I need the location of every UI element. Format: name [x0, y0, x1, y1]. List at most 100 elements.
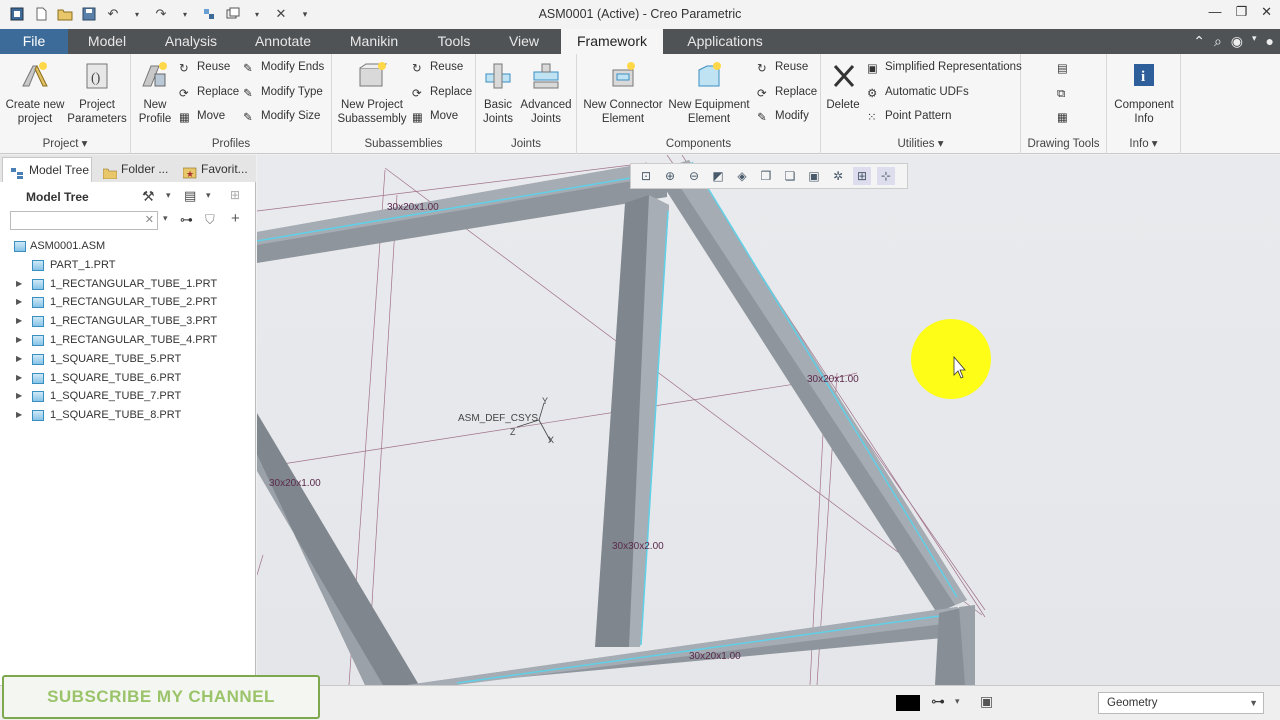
tree-item-root[interactable]: ASM0001.ASM: [0, 237, 256, 256]
components-reuse-button[interactable]: ↻ Reuse: [757, 58, 808, 76]
tree-item[interactable]: ▶ 1_RECTANGULAR_TUBE_4.PRT: [0, 331, 256, 350]
tab-analysis[interactable]: Analysis: [159, 29, 223, 54]
repaint-icon[interactable]: ◩: [709, 167, 727, 185]
tab-applications[interactable]: Applications: [678, 29, 772, 54]
modify-size-button[interactable]: ✎ Modify Size: [243, 107, 320, 125]
simplified-representations-button[interactable]: ▣ Simplified Representations: [867, 58, 1022, 76]
tree-item[interactable]: ▶ 1_RECTANGULAR_TUBE_2.PRT: [0, 293, 256, 312]
tab-view[interactable]: View: [502, 29, 546, 54]
point-pattern-button[interactable]: ⁙ Point Pattern: [867, 107, 951, 125]
subassembly-reuse-button[interactable]: ↻ Reuse: [412, 58, 463, 76]
profiles-reuse-button[interactable]: ↻ Reuse: [179, 58, 230, 76]
group-label-utilities[interactable]: Utilities ▾: [821, 136, 1020, 150]
tree-item[interactable]: PART_1.PRT: [0, 256, 256, 275]
tab-model[interactable]: Model: [80, 29, 134, 54]
tree-item[interactable]: ▶ 1_SQUARE_TUBE_7.PRT: [0, 387, 256, 406]
drawing-tool-1-button[interactable]: ▤: [1057, 58, 1071, 76]
expand-arrow-icon[interactable]: ▶: [16, 369, 22, 388]
filter-icon[interactable]: ⛉: [205, 212, 215, 228]
expand-arrow-icon[interactable]: ▶: [16, 275, 22, 294]
tab-annotate[interactable]: Annotate: [247, 29, 319, 54]
display-style-icon[interactable]: ◈: [733, 167, 751, 185]
project-parameters-button[interactable]: () Project Parameters: [66, 60, 128, 126]
component-info-button[interactable]: i Component Info: [1111, 60, 1177, 126]
spin-center-icon[interactable]: ⊹: [877, 167, 895, 185]
expand-arrow-icon[interactable]: ▶: [16, 331, 22, 350]
dim-label[interactable]: 30x20x1.00: [269, 478, 321, 489]
color-swatch[interactable]: [896, 695, 920, 711]
expand-arrow-icon[interactable]: ▶: [16, 293, 22, 312]
model-tree-search-input[interactable]: [11, 212, 141, 229]
tree-item[interactable]: ▶ 1_SQUARE_TUBE_5.PRT: [0, 350, 256, 369]
new-profile-button[interactable]: New Profile: [135, 60, 175, 126]
find-dropdown-icon[interactable]: ▾: [955, 696, 960, 707]
graphics-viewport[interactable]: 30x20x1.00 30x20x1.00 30x20x1.00 30x30x2…: [257, 155, 1280, 685]
expand-arrow-icon[interactable]: ▶: [16, 312, 22, 331]
drawing-tool-2-button[interactable]: ⧉: [1057, 83, 1071, 101]
tree-columns-icon[interactable]: ⊞: [230, 188, 240, 202]
search-icon[interactable]: ⌕: [1214, 33, 1222, 50]
modify-type-button[interactable]: ✎ Modify Type: [243, 83, 323, 101]
automatic-udfs-button[interactable]: ⚙ Automatic UDFs: [867, 83, 969, 101]
search-history-dropdown-icon[interactable]: ▾: [163, 213, 168, 224]
user-icon[interactable]: ●: [1266, 33, 1274, 50]
tree-item[interactable]: ▶ 1_SQUARE_TUBE_6.PRT: [0, 369, 256, 388]
components-modify-button[interactable]: ✎ Modify: [757, 107, 809, 125]
tab-folder-browser[interactable]: Folder ...: [95, 157, 173, 182]
modify-ends-button[interactable]: ✎ Modify Ends: [243, 58, 324, 76]
profiles-move-button[interactable]: ▦ Move: [179, 107, 225, 125]
zoom-in-icon[interactable]: ⊕: [661, 167, 679, 185]
tab-file[interactable]: File: [0, 29, 68, 54]
settings-icon[interactable]: ⚒: [142, 188, 155, 205]
zoom-out-icon[interactable]: ⊖: [685, 167, 703, 185]
find-binoculars-icon[interactable]: ⊶: [931, 693, 945, 710]
perspective-icon[interactable]: ▣: [805, 167, 823, 185]
csys-label[interactable]: ASM_DEF_CSYS: [458, 413, 538, 424]
show-icon[interactable]: ▤: [184, 188, 196, 204]
settings-dropdown-icon[interactable]: ▾: [166, 190, 171, 201]
subassembly-replace-button[interactable]: ⟳ Replace: [412, 83, 472, 101]
tab-model-tree[interactable]: Model Tree: [2, 157, 92, 182]
add-icon[interactable]: +: [231, 210, 240, 227]
view-manager-icon[interactable]: ❏: [781, 167, 799, 185]
advanced-joints-button[interactable]: Advanced Joints: [518, 60, 574, 126]
components-replace-button[interactable]: ⟳ Replace: [757, 83, 817, 101]
tree-item[interactable]: ▶ 1_RECTANGULAR_TUBE_1.PRT: [0, 275, 256, 294]
selection-filter-select[interactable]: Geometry ▼: [1098, 692, 1264, 714]
dim-label[interactable]: 30x30x2.00: [612, 541, 664, 552]
create-new-project-button[interactable]: Create new project: [4, 60, 66, 126]
expand-arrow-icon[interactable]: ▶: [16, 350, 22, 369]
collapse-ribbon-icon[interactable]: ⌃: [1193, 33, 1205, 50]
new-connector-element-button[interactable]: New Connector Element: [581, 60, 665, 126]
tab-manikin[interactable]: Manikin: [342, 29, 406, 54]
restore-icon[interactable]: ❐: [1235, 4, 1247, 20]
help-icon[interactable]: ◉: [1231, 33, 1243, 50]
clear-search-icon[interactable]: ✕: [145, 213, 154, 226]
tree-item[interactable]: ▶ 1_RECTANGULAR_TUBE_3.PRT: [0, 312, 256, 331]
minimize-icon[interactable]: —: [1208, 4, 1221, 20]
dim-label[interactable]: 30x20x1.00: [689, 651, 741, 662]
tab-favorites[interactable]: ★ Favorit...: [175, 157, 255, 182]
datum-display-icon[interactable]: ✲: [829, 167, 847, 185]
group-label-project[interactable]: Project ▾: [0, 136, 130, 150]
subassembly-move-button[interactable]: ▦ Move: [412, 107, 458, 125]
show-dropdown-icon[interactable]: ▾: [206, 190, 211, 201]
tree-item[interactable]: ▶ 1_SQUARE_TUBE_8.PRT: [0, 406, 256, 425]
refit-icon[interactable]: ⊡: [637, 167, 655, 185]
tab-tools[interactable]: Tools: [429, 29, 479, 54]
expand-arrow-icon[interactable]: ▶: [16, 387, 22, 406]
saved-views-icon[interactable]: ❒: [757, 167, 775, 185]
tab-framework[interactable]: Framework: [561, 29, 663, 54]
new-project-subassembly-button[interactable]: New Project Subassembly: [336, 60, 408, 126]
annotation-display-icon[interactable]: ⊞: [853, 167, 871, 185]
expand-arrow-icon[interactable]: ▶: [16, 406, 22, 425]
close-icon[interactable]: ✕: [1261, 4, 1272, 20]
new-equipment-element-button[interactable]: New Equipment Element: [667, 60, 751, 126]
group-label-info[interactable]: Info ▾: [1107, 136, 1180, 150]
basic-joints-button[interactable]: Basic Joints: [478, 60, 518, 126]
selection-list-icon[interactable]: ▣: [980, 693, 993, 710]
help-dropdown-icon[interactable]: ▾: [1252, 33, 1257, 50]
profiles-replace-button[interactable]: ⟳ Replace: [179, 83, 239, 101]
dim-label[interactable]: 30x20x1.00: [387, 202, 439, 213]
delete-button[interactable]: Delete: [823, 60, 863, 112]
